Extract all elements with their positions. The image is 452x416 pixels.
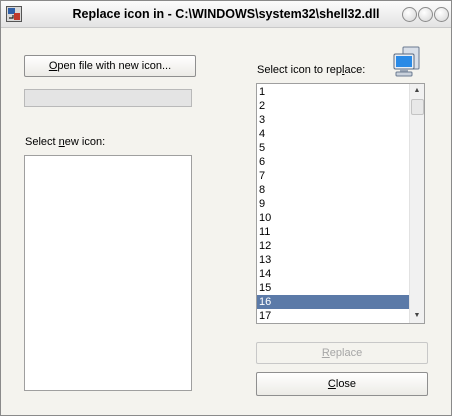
list-item[interactable]: 2 <box>257 99 410 113</box>
select-icon-to-replace-label: Select icon to replace: <box>257 64 365 76</box>
computer-icon <box>393 46 420 77</box>
maximize-button[interactable] <box>418 7 433 22</box>
select-new-label-rest: ew icon: <box>64 136 106 148</box>
select-replace-label-rest: ace: <box>344 64 366 76</box>
icon-index-items: 1 2 3 4 5 6 7 8 9 10 11 12 13 14 15 16 17 <box>257 85 410 323</box>
replace-icon-dialog: Replace icon in - C:\WINDOWS\system32\sh… <box>0 0 452 416</box>
minimize-button[interactable] <box>402 7 417 22</box>
select-new-label-prefix: Select <box>25 136 59 148</box>
list-item[interactable]: 5 <box>257 141 410 155</box>
window-title: Replace icon in - C:\WINDOWS\system32\sh… <box>72 7 380 21</box>
replace-button[interactable]: Replace <box>256 342 428 364</box>
close-button-label: lose <box>335 378 357 390</box>
list-item[interactable]: 7 <box>257 169 410 183</box>
close-window-button[interactable] <box>434 7 449 22</box>
list-item[interactable]: 12 <box>257 239 410 253</box>
list-item[interactable]: 6 <box>257 155 410 169</box>
open-file-button-label: pen file with new icon... <box>57 60 172 72</box>
list-item[interactable]: 8 <box>257 183 410 197</box>
list-item[interactable]: 11 <box>257 225 410 239</box>
replace-button-mnemonic: R <box>321 347 330 359</box>
chevron-up-icon[interactable]: ▲ <box>410 84 424 98</box>
new-icon-list[interactable] <box>24 155 192 391</box>
progress-bar <box>24 89 192 107</box>
open-file-button[interactable]: Open file with new icon... <box>24 55 196 77</box>
list-item[interactable]: 15 <box>257 281 410 295</box>
title-bar[interactable]: Replace icon in - C:\WINDOWS\system32\sh… <box>1 1 451 28</box>
icon-index-list[interactable]: 1 2 3 4 5 6 7 8 9 10 11 12 13 14 15 16 17 ▲ ▼ <box>256 83 425 324</box>
close-button-mnemonic: C <box>327 378 336 390</box>
list-item[interactable]: 16 <box>257 295 410 309</box>
chevron-down-icon[interactable]: ▼ <box>410 309 424 323</box>
select-new-icon-label: Select new icon: <box>25 136 105 148</box>
replace-button-label: eplace <box>329 347 363 359</box>
list-item[interactable]: 17 <box>257 309 410 323</box>
list-item[interactable]: 14 <box>257 267 410 281</box>
list-scrollbar[interactable]: ▲ ▼ <box>409 84 424 323</box>
list-item[interactable]: 13 <box>257 253 410 267</box>
list-item[interactable]: 3 <box>257 113 410 127</box>
list-item[interactable]: 4 <box>257 127 410 141</box>
list-item[interactable]: 9 <box>257 197 410 211</box>
scrollbar-thumb[interactable] <box>411 99 424 115</box>
list-item[interactable]: 1 <box>257 85 410 99</box>
close-button[interactable]: Close <box>256 372 428 396</box>
list-item[interactable]: 10 <box>257 211 410 225</box>
select-replace-label-prefix: Select icon to rep <box>257 64 342 76</box>
